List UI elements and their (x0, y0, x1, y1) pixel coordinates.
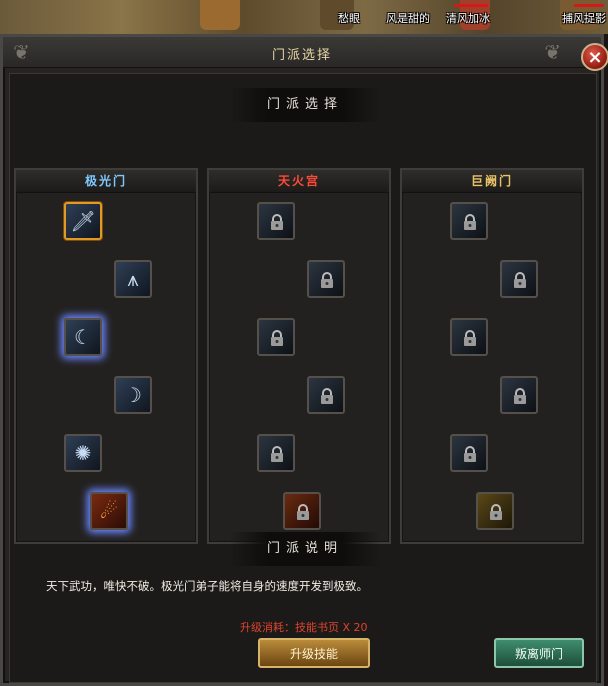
skill-slot[interactable]: ☾ (64, 318, 102, 356)
skill-slot[interactable]: ⩚ (114, 260, 152, 298)
lock-icon (321, 388, 333, 404)
upgrade-skill-button[interactable]: 升级技能 (258, 638, 370, 668)
skill-slot[interactable] (257, 434, 295, 472)
leave-sect-button[interactable]: 叛离师门 (494, 638, 584, 668)
fire-blast-icon: ☄ (100, 499, 118, 523)
lock-icon (514, 388, 526, 404)
sect-column-jiguang: 极光门 🗡 ⩚ ☾ ☽ ✺ ☄ (14, 168, 198, 544)
window-titlebar[interactable]: ❦ 门派选择 ❦ (3, 37, 601, 68)
lock-icon (464, 446, 476, 462)
skill-slot[interactable]: ✺ (64, 434, 102, 472)
lock-icon (321, 272, 333, 288)
close-button[interactable]: × (581, 43, 608, 71)
player-hp-bar (454, 4, 488, 7)
skill-slot[interactable] (450, 434, 488, 472)
sect-name: 巨阙门 (402, 170, 582, 193)
skill-slot[interactable]: ☽ (114, 376, 152, 414)
game-scene-strip: 愁眼 风是甜的 清风加冰 捕风捉影 (0, 0, 608, 34)
lock-icon (271, 330, 283, 346)
player-name[interactable]: 清风加冰 (446, 10, 490, 26)
lock-icon (271, 214, 283, 230)
dragon-ornament-icon: ❦ (544, 40, 561, 64)
skill-slot[interactable] (307, 376, 345, 414)
skill-slot[interactable] (307, 260, 345, 298)
skill-slot[interactable] (450, 202, 488, 240)
upgrade-cost: 升级消耗：技能书页 X 20 (240, 621, 368, 634)
skill-slot[interactable] (500, 260, 538, 298)
sect-name: 极光门 (16, 170, 196, 193)
sect-name: 天火宫 (209, 170, 389, 193)
close-icon: × (587, 47, 603, 68)
sect-description: 天下武功，唯快不破。极光门弟子能将自身的速度开发到极致。 (46, 579, 368, 593)
lock-icon (490, 504, 502, 520)
skill-slot[interactable] (257, 202, 295, 240)
section-header-select: 门派选择 (230, 88, 380, 122)
sword-icon: 🗡 (70, 209, 96, 233)
sect-selection-window: ❦ 门派选择 ❦ × 门派选择 极光门 🗡 ⩚ ☾ ☽ ✺ ☄ 天火宫 巨阙门 … (0, 34, 608, 686)
lock-icon (514, 272, 526, 288)
section-header-description: 门派说明 (230, 532, 380, 566)
player-name[interactable]: 捕风捉影 (562, 10, 606, 26)
lock-icon (464, 330, 476, 346)
lock-icon (297, 504, 309, 520)
dash-strike-icon: ✺ (74, 441, 92, 465)
crescent-slash-icon: ☾ (74, 325, 92, 349)
section-title: 门派选择 (266, 97, 343, 112)
player-name[interactable]: 风是甜的 (386, 10, 430, 26)
character-sprite (200, 0, 240, 30)
player-hp-bar (574, 4, 604, 7)
skill-slot[interactable]: ☄ (90, 492, 128, 530)
skill-slot[interactable] (476, 492, 514, 530)
skill-slot[interactable] (257, 318, 295, 356)
ice-spike-icon: ⩚ (127, 267, 139, 291)
skill-slot[interactable]: 🗡 (64, 202, 102, 240)
lock-icon (464, 214, 476, 230)
skill-slot[interactable] (450, 318, 488, 356)
player-name[interactable]: 愁眼 (338, 10, 360, 26)
window-content: 门派选择 极光门 🗡 ⩚ ☾ ☽ ✺ ☄ 天火宫 巨阙门 门派说明 天下武功，唯… (9, 73, 597, 683)
section-title: 门派说明 (266, 541, 343, 556)
skill-slot[interactable] (500, 376, 538, 414)
crescent-moon-icon: ☽ (124, 383, 142, 407)
skill-slot[interactable] (283, 492, 321, 530)
sect-column-juque: 巨阙门 (400, 168, 584, 544)
sect-column-tianhuo: 天火宫 (207, 168, 391, 544)
lock-icon (271, 446, 283, 462)
